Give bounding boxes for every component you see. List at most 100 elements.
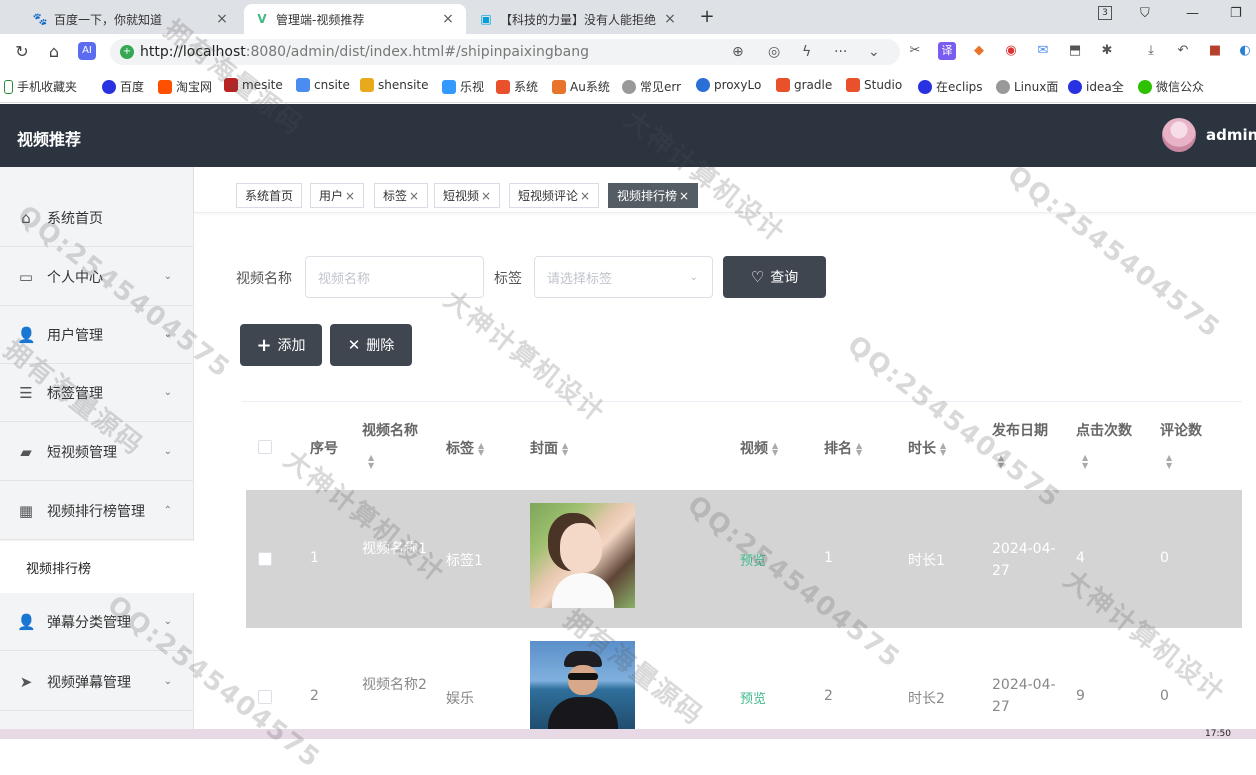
bookmark-eclipse[interactable]: 在eclips — [918, 78, 983, 95]
bookmark-gradle[interactable]: gradle — [776, 78, 832, 92]
game-icon[interactable]: ◆ — [970, 42, 988, 60]
puzzle-icon[interactable]: ✱ — [1098, 42, 1116, 60]
row-checkbox[interactable] — [258, 690, 272, 704]
new-tab-button[interactable]: + — [696, 6, 718, 28]
add-button[interactable]: + 添加 — [240, 324, 322, 366]
ai-icon[interactable]: AI — [78, 42, 96, 60]
more-icon[interactable]: ··· — [834, 44, 847, 60]
bookmark-wechat[interactable]: 微信公众 — [1138, 78, 1204, 95]
bookmark-au[interactable]: Au系统 — [552, 78, 610, 95]
url-input[interactable]: + http://localhost:8080/admin/dist/index… — [110, 39, 900, 65]
sort-icon[interactable]: ▲ ▼ — [1082, 454, 1132, 470]
weibo-icon[interactable]: ◉ — [1002, 42, 1020, 60]
site-icon — [224, 78, 238, 92]
sidebar-item-users[interactable]: 👤 用户管理 ⌄ — [0, 306, 194, 364]
lightning-icon[interactable]: ϟ — [802, 44, 811, 60]
reload-icon[interactable]: ↻ — [12, 42, 32, 62]
sidebar-item-home[interactable]: ⌂ 系统首页 — [0, 189, 194, 247]
video-name-input[interactable]: 视频名称 — [305, 256, 484, 298]
scissors-icon[interactable]: ✂ — [906, 42, 924, 60]
tab-count-badge[interactable]: 3 — [1098, 6, 1112, 20]
tag-home[interactable]: 系统首页 — [236, 183, 303, 208]
bookmark-system[interactable]: 系统 — [496, 78, 538, 95]
briefcase-icon[interactable]: ■ — [1206, 42, 1224, 60]
shirt-icon[interactable]: ⛉ — [1140, 6, 1150, 21]
sort-icon[interactable]: ▲ ▼ — [998, 454, 1048, 470]
sidebar-item-profile[interactable]: ▭ 个人中心 ⌄ — [0, 248, 194, 306]
sort-icon[interactable]: ▲ ▼ — [940, 442, 946, 457]
tag-short-video-comments[interactable]: 短视频评论 × — [509, 183, 600, 208]
bookmark-mesite[interactable]: mesite — [224, 78, 283, 92]
sidebar-item-short-videos[interactable]: ▰ 短视频管理 ⌄ — [0, 423, 194, 481]
sidebar-item-ranking[interactable]: ▦ 视频排行榜管理 ⌃ — [0, 482, 194, 540]
browser-tab-baidu[interactable]: 🐾 百度一下，你就知道 × — [22, 4, 240, 34]
shield-icon[interactable]: ⬒ — [1066, 42, 1084, 60]
close-icon[interactable]: × — [679, 189, 689, 203]
zoom-icon[interactable]: ⊕ — [732, 44, 744, 60]
cover-image[interactable] — [530, 641, 635, 729]
select-all-checkbox[interactable] — [258, 440, 272, 454]
tag-select[interactable]: 请选择标签 ⌄ — [534, 256, 713, 298]
bookmark-err[interactable]: 常见err — [622, 78, 681, 95]
video-preview-link[interactable]: 预览 — [740, 550, 766, 569]
close-icon[interactable]: × — [409, 189, 419, 203]
compass-icon[interactable]: ◎ — [768, 44, 780, 60]
browser-tab-bilibili[interactable]: ▣ 【科技的力量】没有人能拒绝 × — [468, 4, 688, 34]
sidebar-item-danmaku-category[interactable]: 👤 弹幕分类管理 ⌄ — [0, 593, 194, 651]
bookmark-studio[interactable]: Studio — [846, 78, 902, 92]
undo-icon[interactable]: ↶ — [1174, 42, 1192, 60]
sort-icon[interactable]: ▲ ▼ — [856, 442, 862, 457]
minimize-icon[interactable]: — — [1186, 6, 1199, 21]
close-icon[interactable]: × — [440, 11, 456, 27]
sort-icon[interactable]: ▲ ▼ — [562, 442, 568, 457]
home-icon[interactable]: ⌂ — [44, 42, 64, 62]
edge-icon[interactable]: ◐ — [1236, 42, 1254, 60]
cover-image[interactable] — [530, 503, 635, 608]
cell-duration: 时长1 — [908, 553, 945, 569]
table-row[interactable]: 2 视频名称2 娱乐 预览 2 时长2 2024-04-27 9 0 — [246, 628, 1242, 739]
bookmark-linux[interactable]: Linux面 — [996, 78, 1058, 95]
delete-button[interactable]: ✕ 删除 — [330, 324, 412, 366]
bookmark-taobao[interactable]: 淘宝网 — [158, 78, 212, 95]
close-icon[interactable]: × — [481, 189, 491, 203]
cell-date: 2024-04-27 — [992, 677, 1056, 715]
table-row[interactable]: 1 视频名称1 标签1 预览 1 时长1 2024-04-27 4 0 — [246, 490, 1242, 628]
download-icon[interactable]: ⤓ — [1142, 42, 1160, 60]
tag-ranking[interactable]: 视频排行榜 × — [608, 183, 699, 208]
browser-tab-title: 百度一下，你就知道 — [54, 12, 163, 27]
sort-icon[interactable]: ▲ ▼ — [1166, 454, 1202, 470]
video-preview-link[interactable]: 预览 — [740, 688, 766, 707]
bookmark-proxy[interactable]: proxyLo — [696, 78, 761, 92]
bookmark-phone[interactable]: 手机收藏夹 — [4, 78, 77, 95]
tag-users[interactable]: 用户 × — [310, 183, 365, 208]
sidebar-item-danmaku[interactable]: ➤ 视频弹幕管理 ⌄ — [0, 653, 194, 711]
close-icon[interactable]: × — [345, 189, 355, 203]
translate-icon[interactable]: 译 — [938, 42, 956, 60]
bookmark-cnsite[interactable]: cnsite — [296, 78, 350, 92]
bookmark-shensite[interactable]: shensite — [360, 78, 429, 92]
sidebar-item-tags[interactable]: ☰ 标签管理 ⌄ — [0, 364, 194, 422]
column-label: 视频 — [740, 441, 768, 457]
bookmark-letv[interactable]: 乐视 — [442, 78, 484, 95]
query-button[interactable]: ♡ 查询 — [723, 256, 826, 298]
cell-clicks: 9 — [1076, 688, 1085, 704]
browser-tab-admin[interactable]: V 管理端-视频推荐 × — [244, 4, 466, 34]
clock: 17:50 — [1205, 729, 1231, 739]
tag-short-videos[interactable]: 短视频 × — [434, 183, 501, 208]
avatar[interactable] — [1162, 118, 1196, 152]
mail-icon[interactable]: ✉ — [1034, 42, 1052, 60]
chevron-down-icon[interactable]: ⌄ — [868, 44, 880, 60]
bookmark-baidu[interactable]: 百度 — [102, 78, 144, 95]
username[interactable]: admin — [1206, 126, 1256, 144]
sort-icon[interactable]: ▲ ▼ — [478, 442, 484, 457]
sort-icon[interactable]: ▲ ▼ — [368, 454, 418, 470]
restore-icon[interactable]: ❐ — [1230, 6, 1242, 21]
close-icon[interactable]: × — [662, 11, 678, 27]
sidebar-subitem-ranking[interactable]: 视频排行榜 — [0, 541, 194, 593]
sort-icon[interactable]: ▲ ▼ — [772, 442, 778, 457]
close-icon[interactable]: × — [214, 11, 230, 27]
tag-tags[interactable]: 标签 × — [374, 183, 429, 208]
row-checkbox[interactable] — [258, 552, 272, 566]
bookmark-idea[interactable]: idea全 — [1068, 78, 1124, 95]
close-icon[interactable]: × — [580, 189, 590, 203]
